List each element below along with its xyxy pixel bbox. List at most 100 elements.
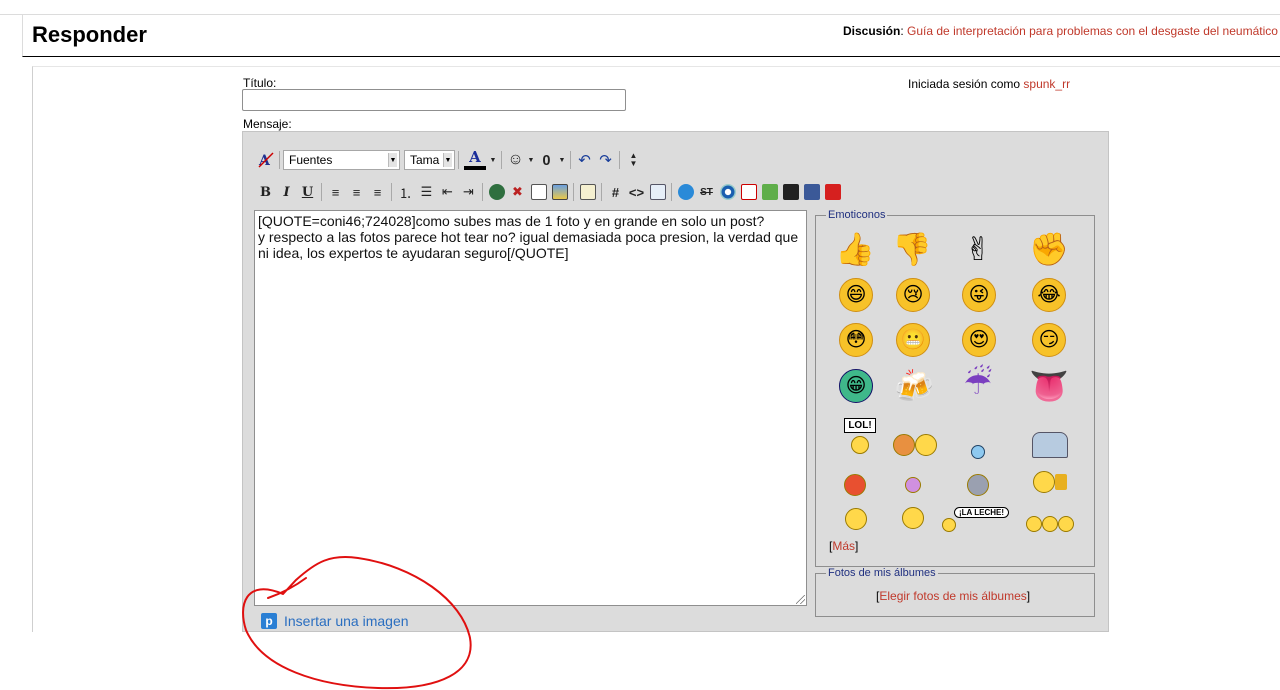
insert-image-label: Insertar una imagen: [284, 613, 409, 629]
resize-handle[interactable]: [796, 595, 806, 605]
attachment-dropdown[interactable]: ▼: [557, 150, 567, 170]
thumbs-down-icon[interactable]: 👎: [892, 230, 932, 268]
toolbar-row-1: A Fuentes ▼ Tama ▼ A ▼ ☺ ▼ 𝟎 ▼ ↶ ↷ ▲▼: [255, 148, 644, 172]
small-blue-smiley-icon[interactable]: [968, 442, 988, 462]
insert-link-icon[interactable]: [486, 182, 507, 202]
hash-icon[interactable]: #: [605, 182, 626, 202]
html-icon[interactable]: [647, 182, 668, 202]
smiley-dropdown[interactable]: ▼: [526, 150, 536, 170]
indent-icon[interactable]: ⇥: [458, 182, 479, 202]
raised-fist-icon[interactable]: ✊: [1029, 230, 1069, 268]
peace-sign-icon[interactable]: ✌: [959, 230, 997, 268]
login-status: Iniciada sesión como spunk_rr: [908, 77, 1070, 91]
login-user-link[interactable]: spunk_rr: [1023, 77, 1070, 91]
pdf-icon[interactable]: [738, 182, 759, 202]
discussion-link[interactable]: Guía de interpretación para problemas co…: [907, 24, 1278, 38]
choose-album-photos-link[interactable]: Elegir fotos de mis álbumes: [879, 589, 1026, 603]
resize-editor-icon[interactable]: ▲ ▼: [623, 150, 644, 170]
size-select-value: Tama: [410, 153, 440, 167]
emoticons-legend: Emoticonos: [828, 209, 886, 221]
bed-emoticon-icon[interactable]: [1029, 428, 1071, 462]
strikethrough-icon[interactable]: ST: [696, 182, 717, 202]
bold-button[interactable]: B: [255, 182, 276, 202]
heart-eyes-emoticon-icon[interactable]: 😍: [961, 322, 997, 358]
thumbs-up-icon[interactable]: 👍: [835, 230, 875, 268]
toolbar-separator: [570, 151, 571, 169]
la-leche-emoticon-icon[interactable]: ¡LA LECHE!: [942, 504, 1016, 534]
tongue-out-icon[interactable]: 👅: [1029, 367, 1069, 405]
toolbar-separator: [619, 151, 620, 169]
code-icon[interactable]: <>: [626, 182, 647, 202]
remove-format-icon: A: [258, 152, 274, 169]
small-blue-face-icon[interactable]: [843, 505, 869, 533]
group-emoticon-icon[interactable]: [893, 432, 937, 458]
toolbar-separator: [573, 183, 574, 201]
youtube-icon[interactable]: [822, 182, 843, 202]
grimace-emoticon-icon[interactable]: 😬: [895, 322, 931, 358]
font-select[interactable]: Fuentes ▼: [283, 150, 400, 170]
toolbar-separator: [601, 183, 602, 201]
waving-emoticon-icon[interactable]: [894, 507, 932, 529]
insert-email-icon[interactable]: [528, 182, 549, 202]
smirk-emoticon-icon[interactable]: 😏: [1031, 322, 1067, 358]
font-select-value: Fuentes: [289, 153, 333, 167]
facebook-icon[interactable]: [801, 182, 822, 202]
laugh-tears-emoticon-icon[interactable]: 😂: [1031, 277, 1067, 313]
grin-emoticon-icon[interactable]: 😄: [838, 277, 874, 313]
insert-image-link[interactable]: p Insertar una imagen: [261, 613, 409, 629]
message-textarea[interactable]: [QUOTE=coni46;724028]como subes mas de 1…: [254, 210, 807, 606]
trophy-emoticon-icon[interactable]: [1030, 466, 1070, 498]
title-label: Título:: [243, 76, 277, 90]
remove-link-icon[interactable]: ✖: [507, 182, 528, 202]
redo-icon[interactable]: ↷: [595, 150, 616, 170]
title-input[interactable]: [242, 89, 626, 111]
unordered-list-icon[interactable]: ☰: [416, 182, 437, 202]
red-emoticon-icon[interactable]: [840, 472, 870, 498]
beer-toast-icon[interactable]: 🍻: [894, 367, 934, 405]
toolbar-separator: [391, 183, 392, 201]
text-color-dropdown[interactable]: ▼: [488, 150, 498, 170]
target-icon[interactable]: [717, 182, 738, 202]
bracket-close: ]: [1026, 589, 1031, 603]
align-left-icon[interactable]: ≡: [325, 182, 346, 202]
text-color-button[interactable]: A: [462, 150, 488, 170]
remove-format-button[interactable]: A: [255, 150, 276, 170]
la-leche-bubble-text: ¡LA LECHE!: [954, 506, 1010, 518]
big-grin-emoticon-icon[interactable]: 😁: [837, 367, 875, 405]
gray-emoticon-icon[interactable]: [962, 472, 994, 498]
lol-sign-emoticon-icon[interactable]: LOL!: [838, 412, 882, 460]
cheers-row-emoticon-icon[interactable]: [1020, 513, 1080, 535]
albums-link-wrapper: [Elegir fotos de mis álbumes]: [876, 589, 1030, 603]
lol-face: [851, 436, 869, 454]
ordered-list-icon[interactable]: ⒈: [395, 182, 416, 202]
message-label: Mensaje:: [243, 117, 292, 131]
tongue-wink-emoticon-icon[interactable]: 😜: [961, 277, 997, 313]
align-center-icon[interactable]: ≡: [346, 182, 367, 202]
film-icon[interactable]: [780, 182, 801, 202]
lol-sign-text: LOL!: [844, 418, 876, 433]
pink-emoticon-icon[interactable]: [903, 472, 923, 498]
la-leche-face: [942, 517, 956, 532]
undo-icon[interactable]: ↶: [574, 150, 595, 170]
doubi-icon[interactable]: [759, 182, 780, 202]
toolbar-separator: [458, 151, 459, 169]
align-right-icon[interactable]: ≡: [367, 182, 388, 202]
toolbar-separator: [482, 183, 483, 201]
chain-link-icon[interactable]: [675, 182, 696, 202]
crying-emoticon-icon[interactable]: 😢: [895, 277, 931, 313]
underline-button[interactable]: U: [297, 182, 318, 202]
discussion-label: Discusión: [843, 24, 901, 38]
toolbar-separator: [279, 151, 280, 169]
smiley-menu-button[interactable]: ☺: [505, 150, 526, 170]
italic-button[interactable]: I: [276, 182, 297, 202]
page-header: Responder Discusión: Guía de interpretac…: [22, 15, 1280, 57]
quote-icon[interactable]: [577, 182, 598, 202]
flushed-emoticon-icon[interactable]: 😳: [838, 322, 874, 358]
toolbar-separator: [671, 183, 672, 201]
umbrella-rain-icon[interactable]: ☔: [959, 364, 997, 402]
size-select[interactable]: Tama ▼: [404, 150, 455, 170]
insert-image-icon[interactable]: [549, 182, 570, 202]
attachment-icon[interactable]: 𝟎: [536, 150, 557, 170]
outdent-icon[interactable]: ⇤: [437, 182, 458, 202]
more-emoticons-link[interactable]: Más: [832, 539, 855, 553]
